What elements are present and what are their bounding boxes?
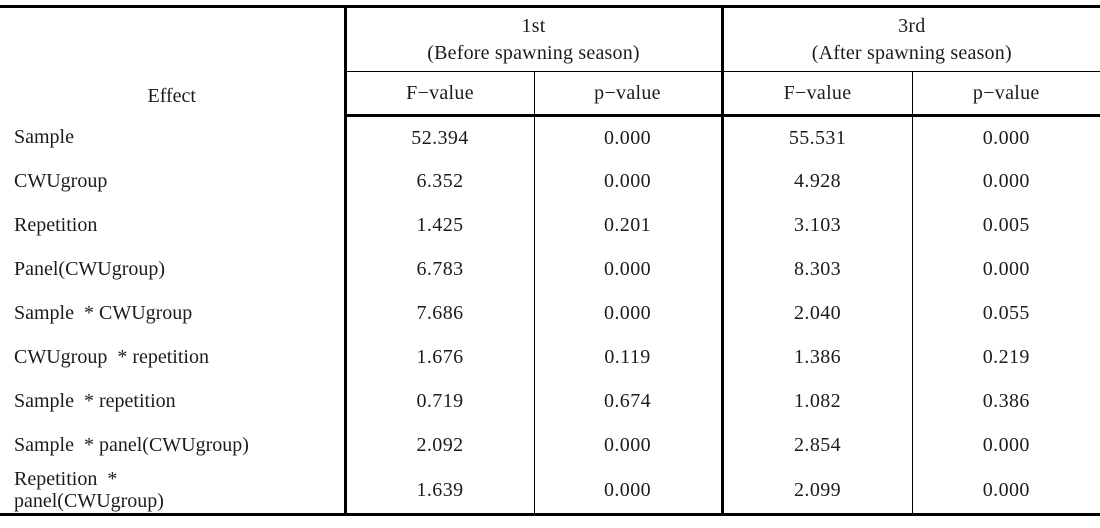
cell-p-value-first: 0.201 [533, 203, 723, 248]
group-header-first-line2: (Before spawning season) [427, 41, 640, 64]
cell-effect: Sample [14, 126, 74, 149]
cell-f-value-third: 3.103 [720, 203, 913, 248]
cell-p-value-first: 0.000 [533, 115, 723, 160]
column-header-f-value-third: F−value [720, 71, 913, 117]
cell-p-value-third: 0.055 [911, 291, 1100, 336]
cell-effect: Repetition [14, 214, 98, 237]
table-row: Panel(CWUgroup) 6.783 0.000 8.303 0.000 [0, 247, 1100, 292]
cell-p-value-third: 0.000 [911, 159, 1100, 204]
cell-f-value-first: 6.783 [343, 247, 534, 292]
cell-f-value-third: 2.099 [720, 467, 913, 516]
anova-table-container: Effect 1st (Before spawning season) 3rd … [0, 0, 1100, 528]
cell-f-value-third: 2.040 [720, 291, 913, 336]
cell-f-value-first: 1.639 [343, 467, 534, 516]
cell-p-value-first: 0.000 [533, 423, 723, 468]
cell-f-value-third: 55.531 [720, 115, 913, 160]
column-header-p-value-third: p−value [911, 71, 1100, 117]
cell-p-value-third: 0.000 [911, 115, 1100, 160]
cell-p-value-first: 0.000 [533, 467, 723, 516]
cell-p-value-first: 0.000 [533, 247, 723, 292]
cell-f-value-first: 2.092 [343, 423, 534, 468]
cell-p-value-third: 0.000 [911, 467, 1100, 516]
table-row: Repetition * panel(CWUgroup) 1.639 0.000 2.0… [0, 467, 1100, 516]
table-row: Sample * panel(CWUgroup) 2.092 0.000 2.854 0… [0, 423, 1100, 468]
group-header-third-period: 3rd (After spawning season) [720, 5, 1100, 72]
cell-f-value-first: 7.686 [343, 291, 534, 336]
table-row: CWUgroup * repetition 1.676 0.119 1.386 0.21… [0, 335, 1100, 380]
cell-effect: Sample * panel(CWUgroup) [14, 434, 249, 457]
anova-results-table: Effect 1st (Before spawning season) 3rd … [0, 5, 1100, 516]
cell-p-value-first: 0.674 [533, 379, 723, 424]
cell-f-value-first: 1.425 [343, 203, 534, 248]
cell-effect-line2: panel(CWUgroup) [14, 490, 164, 513]
cell-p-value-first: 0.119 [533, 335, 723, 380]
cell-f-value-third: 1.082 [720, 379, 913, 424]
table-header: Effect 1st (Before spawning season) 3rd … [0, 5, 1100, 117]
cell-p-value-third: 0.000 [911, 423, 1100, 468]
group-header-third-line2: (After spawning season) [811, 41, 1012, 64]
cell-effect: CWUgroup [14, 170, 108, 193]
cell-f-value-third: 1.386 [720, 335, 913, 380]
table-row: Sample * CWUgroup 7.686 0.000 2.040 0.055 [0, 291, 1100, 336]
cell-f-value-first: 0.719 [343, 379, 534, 424]
cell-effect: Repetition * panel(CWUgroup) [0, 467, 345, 516]
cell-effect: Panel(CWUgroup) [14, 258, 166, 281]
group-header-first-line1: 1st [521, 15, 546, 38]
group-header-third-line1: 3rd [898, 15, 926, 38]
cell-f-value-third: 4.928 [720, 159, 913, 204]
table-row: CWUgroup 6.352 0.000 4.928 0.000 [0, 159, 1100, 204]
table-body: Sample 52.394 0.000 55.531 0.000 CWUgroup 6.35… [0, 115, 1100, 516]
cell-p-value-third: 0.005 [911, 203, 1100, 248]
header-group-row: Effect 1st (Before spawning season) 3rd … [0, 5, 1100, 116]
table-row: Sample * repetition 0.719 0.674 1.082 0.386 [0, 379, 1100, 424]
cell-f-value-third: 2.854 [720, 423, 913, 468]
group-header-first-period: 1st (Before spawning season) [343, 5, 723, 72]
cell-f-value-first: 1.676 [343, 335, 534, 380]
cell-f-value-first: 6.352 [343, 159, 534, 204]
column-header-f-value-first: F−value [343, 71, 534, 117]
cell-p-value-third: 0.386 [911, 379, 1100, 424]
table-row: Repetition 1.425 0.201 3.103 0.005 [0, 203, 1100, 248]
cell-effect: Sample * repetition [14, 390, 176, 413]
cell-effect: Sample * CWUgroup [14, 302, 193, 325]
cell-f-value-third: 8.303 [720, 247, 913, 292]
cell-p-value-first: 0.000 [533, 291, 723, 336]
cell-effect: CWUgroup * repetition [14, 346, 209, 369]
column-header-effect: Effect [0, 5, 345, 116]
cell-p-value-third: 0.219 [911, 335, 1100, 380]
column-header-p-value-first: p−value [533, 71, 723, 117]
cell-p-value-first: 0.000 [533, 159, 723, 204]
table-row: Sample 52.394 0.000 55.531 0.000 [0, 115, 1100, 160]
cell-effect-line1: Repetition * [14, 467, 118, 490]
cell-f-value-first: 52.394 [343, 115, 534, 160]
cell-p-value-third: 0.000 [911, 247, 1100, 292]
